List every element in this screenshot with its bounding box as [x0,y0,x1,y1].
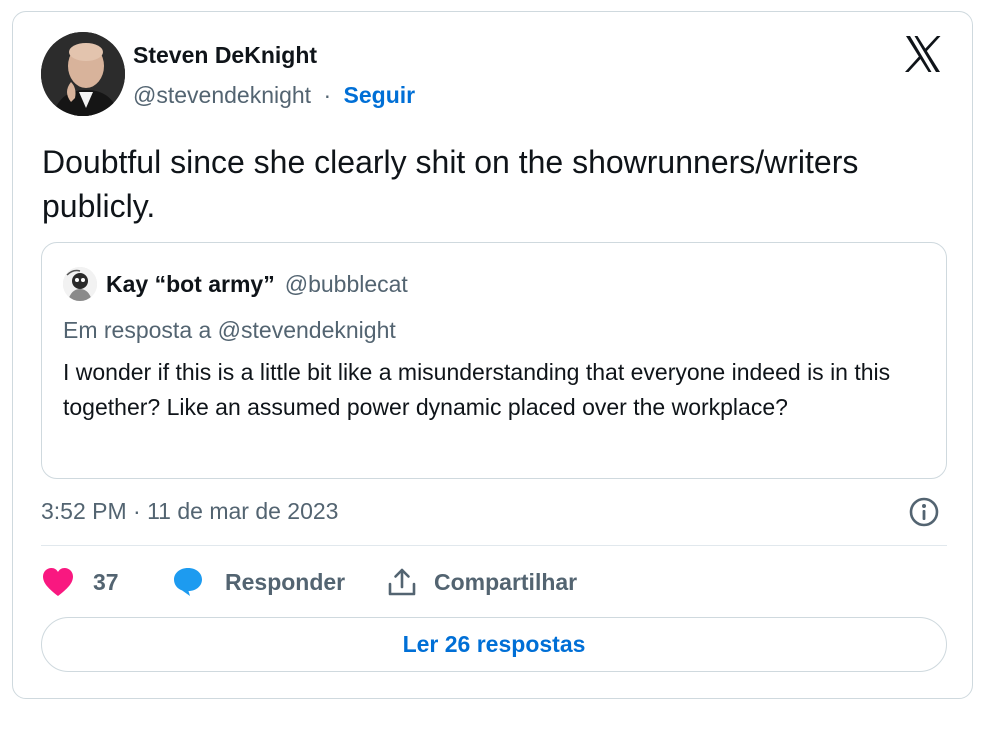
speech-bubble-icon [174,568,202,596]
heart-icon [43,568,73,596]
author-handle-row: @stevendeknight · Seguir [133,82,415,109]
quoted-tweet-text: I wonder if this is a little bit like a … [63,359,891,420]
quoted-author-line: Kay “bot army” @bubblecat [106,271,408,298]
share-button[interactable]: Compartilhar [386,560,577,604]
quoted-author-avatar [63,267,97,301]
tweet-text: Doubtful since she clearly shit on the s… [42,144,859,224]
author-name[interactable]: Steven DeKnight [133,42,317,69]
handle-separator: · [323,82,332,108]
share-label: Compartilhar [434,568,578,595]
author-avatar[interactable] [41,32,125,116]
tweet-timestamp[interactable]: 3:52 PM · 11 de mar de 2023 [41,498,338,525]
follow-link[interactable]: Seguir [344,82,416,108]
quoted-tweet[interactable]: Kay “bot army” @bubblecat Em resposta a @… [41,242,947,479]
quoted-author-handle: @bubblecat [284,271,408,297]
like-button[interactable]: 37 [41,560,119,604]
action-bar: 37 Responder Compartilhar [41,560,947,604]
share-upload-icon [388,568,416,596]
read-replies-button[interactable]: Ler 26 respostas [41,617,947,672]
quoted-author-name: Kay “bot army” [106,271,275,297]
info-icon[interactable] [908,496,940,528]
tweet-embed-card: Steven DeKnight @stevendeknight · Seguir… [12,11,973,699]
reply-label: Responder [225,568,346,595]
x-logo-icon[interactable] [903,34,943,74]
reply-button[interactable]: Responder [171,560,345,604]
like-count: 37 [93,568,119,595]
divider [41,545,947,546]
author-handle[interactable]: @stevendeknight [133,82,311,108]
quoted-reply-context: Em resposta a @stevendeknight [63,317,396,343]
